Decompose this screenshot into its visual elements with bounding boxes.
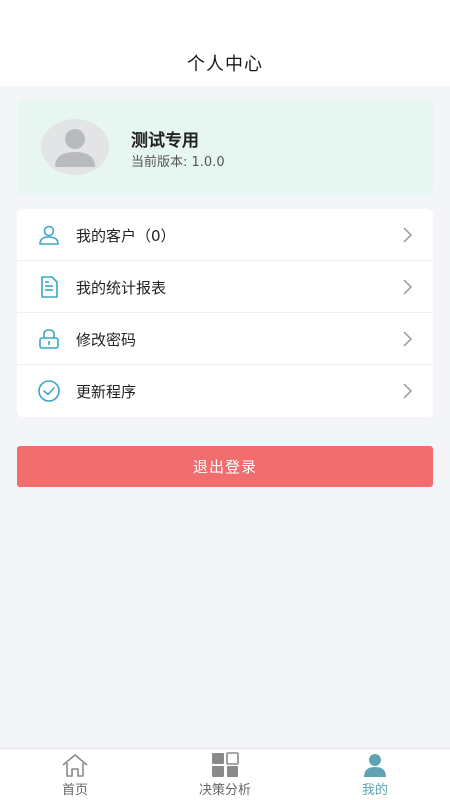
chevron-right-icon xyxy=(403,383,413,399)
menu-label: 我的统计报表 xyxy=(76,279,167,297)
check-circle-icon xyxy=(38,380,60,402)
menu-item-change-password[interactable]: 修改密码 xyxy=(17,313,433,365)
page-title: 个人中心 xyxy=(187,54,263,75)
default-avatar-icon xyxy=(55,129,95,167)
chevron-right-icon xyxy=(403,279,413,295)
bottom-nav: 首页 决策分析 我的 xyxy=(0,748,450,800)
chevron-right-icon xyxy=(403,227,413,243)
nav-item-mine[interactable]: 我的 xyxy=(300,749,450,800)
user-icon xyxy=(39,225,59,245)
nav-label: 决策分析 xyxy=(198,783,251,798)
logout-button[interactable]: 退出登录 xyxy=(17,446,433,487)
lock-icon xyxy=(39,329,59,349)
menu-label: 更新程序 xyxy=(76,383,137,401)
menu-label: 我的客户（0） xyxy=(76,227,176,245)
grid-icon xyxy=(212,752,239,777)
user-name: 测试专用 xyxy=(131,131,199,151)
header: 个人中心 xyxy=(0,0,450,86)
profile-card: 测试专用 当前版本: 1.0.0 xyxy=(17,99,433,195)
menu-item-my-customers[interactable]: 我的客户（0） xyxy=(17,209,433,261)
menu-card: 我的客户（0） 我的统计报表 修改密码 更新程序 xyxy=(17,209,433,417)
nav-item-analysis[interactable]: 决策分析 xyxy=(150,749,300,800)
version-text: 当前版本: 1.0.0 xyxy=(131,155,225,170)
home-icon xyxy=(62,754,88,777)
menu-item-my-reports[interactable]: 我的统计报表 xyxy=(17,261,433,313)
nav-label: 首页 xyxy=(61,783,88,798)
chevron-right-icon xyxy=(403,331,413,347)
avatar xyxy=(41,119,109,175)
person-icon xyxy=(364,754,386,777)
document-icon xyxy=(41,276,58,298)
menu-item-update-app[interactable]: 更新程序 xyxy=(17,365,433,417)
nav-label: 我的 xyxy=(361,783,388,798)
nav-item-home[interactable]: 首页 xyxy=(0,749,150,800)
menu-label: 修改密码 xyxy=(76,331,137,349)
